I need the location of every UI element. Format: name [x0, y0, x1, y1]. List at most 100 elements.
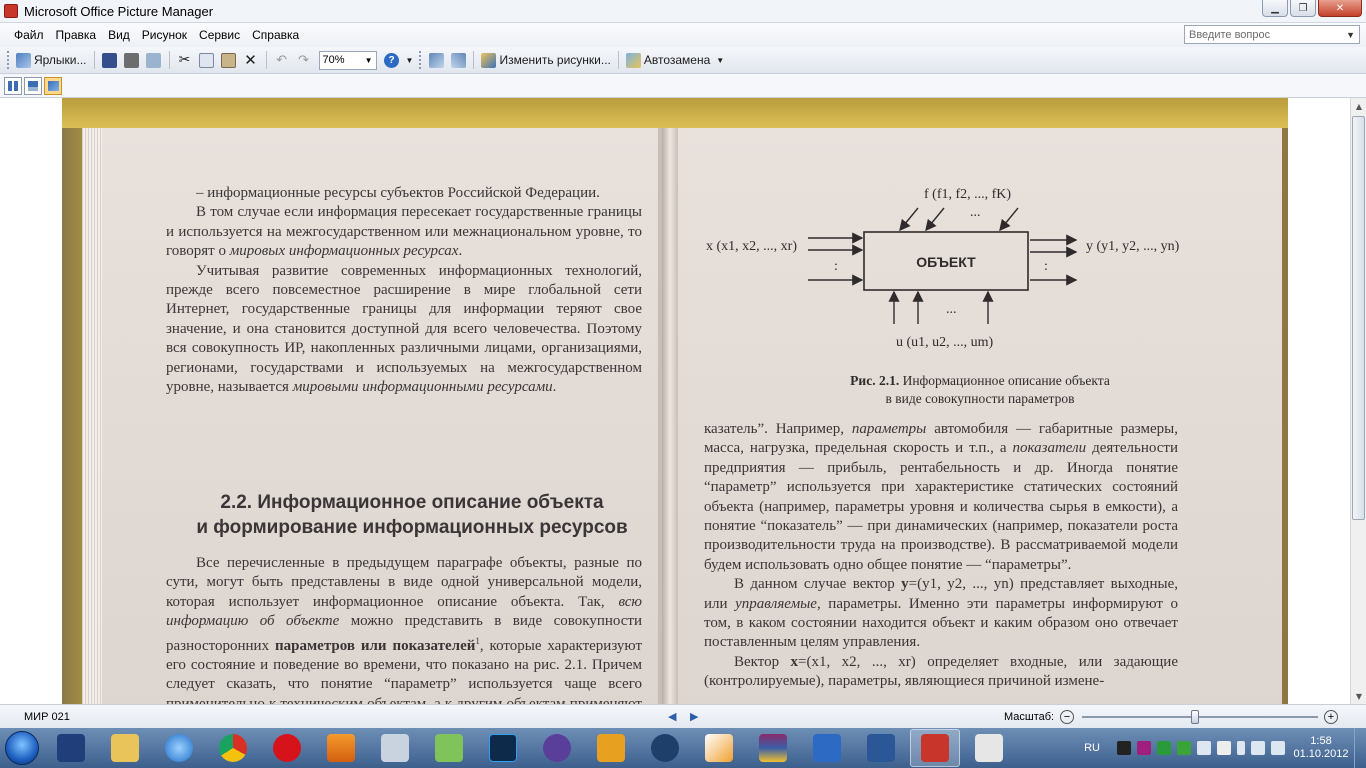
chrome-icon	[219, 734, 247, 762]
menu-picture[interactable]: Рисунок	[136, 26, 193, 44]
scroll-down-icon[interactable]: ▼	[1351, 688, 1366, 704]
taskbar-picture-manager[interactable]	[910, 729, 960, 767]
taskbar-winrar[interactable]	[748, 729, 798, 767]
status-file-name: МИР 021	[24, 710, 70, 723]
clock[interactable]: 1:58 01.10.2012	[1288, 735, 1354, 761]
taskbar-save-app[interactable]	[46, 729, 96, 767]
taskbar-media-player[interactable]	[316, 729, 366, 767]
media-player-icon	[327, 734, 355, 762]
object-box-label: ОБЪЕКТ	[916, 254, 976, 270]
antivirus-icon[interactable]	[1157, 741, 1171, 755]
rotate-right-button[interactable]	[447, 49, 469, 71]
figure-caption: Рис. 2.1. Информационное описание объект…	[678, 372, 1282, 408]
flag-icon[interactable]	[1217, 741, 1231, 755]
redo-button[interactable]: ↷	[293, 49, 315, 71]
menu-help[interactable]: Справка	[246, 26, 305, 44]
menu-view[interactable]: Вид	[102, 26, 136, 44]
cut-button[interactable]: ✂	[174, 49, 196, 71]
copy-button[interactable]	[196, 49, 218, 71]
title-bar: Microsoft Office Picture Manager ▁ ❐ ✕	[0, 0, 1366, 23]
zoom-in-icon[interactable]: +	[1324, 709, 1338, 724]
help-search-input[interactable]: Введите вопрос ▼	[1184, 25, 1360, 44]
speaker-icon[interactable]	[1271, 741, 1285, 755]
calculator-icon	[381, 734, 409, 762]
book-page-left: – информационные ресурсы субъектов Росси…	[82, 128, 662, 704]
menu-tools[interactable]: Сервис	[193, 26, 246, 44]
chevron-down-icon: ▼	[716, 55, 725, 65]
taskbar-vpn-app[interactable]	[640, 729, 690, 767]
autocorrect-icon	[625, 52, 641, 68]
toolbar-options-button[interactable]: ▼	[713, 49, 727, 71]
battery-icon[interactable]	[1237, 741, 1245, 755]
previous-picture-icon[interactable]: ◀	[668, 710, 676, 723]
undo-button[interactable]: ↶	[271, 49, 293, 71]
taskbar-notepad[interactable]	[424, 729, 474, 767]
taskbar-explorer[interactable]	[100, 729, 150, 767]
tray-check-icon[interactable]	[1177, 741, 1191, 755]
notepad-icon	[435, 734, 463, 762]
scroll-up-icon[interactable]: ▲	[1351, 98, 1366, 114]
right-paragraph-2: В данном случае вектор	[734, 576, 902, 593]
zoom-select[interactable]: 70% ▼	[318, 50, 377, 70]
minimize-button[interactable]: ▁	[1262, 0, 1288, 17]
spy-icon[interactable]	[1117, 741, 1131, 755]
left-paragraph-4-bold: параметров или показателей	[274, 637, 476, 654]
zoom-out-icon[interactable]: −	[1060, 709, 1074, 724]
edit-pictures-label: Изменить рисунки...	[499, 53, 611, 67]
language-indicator[interactable]: RU	[1084, 742, 1100, 754]
shortcuts-label: Ярлыки...	[34, 53, 87, 67]
restore-button[interactable]: ❐	[1290, 0, 1316, 17]
caption-number: Рис. 2.1.	[850, 373, 900, 388]
autocorrect-button[interactable]: Автозамена	[623, 49, 713, 71]
taskbar-lingvo[interactable]	[964, 729, 1014, 767]
windows-taskbar: RU 1:58 01.10.2012	[0, 728, 1366, 768]
zoom-slider[interactable]	[1082, 710, 1318, 724]
taskbar-opera[interactable]	[262, 729, 312, 767]
rotate-left-button[interactable]	[425, 49, 447, 71]
infinity-icon	[543, 734, 571, 762]
save-button[interactable]	[99, 49, 121, 71]
toolbar-grip[interactable]	[419, 51, 422, 69]
show-desktop-button[interactable]	[1354, 728, 1366, 768]
taskbar-photoshop[interactable]	[478, 729, 528, 767]
taskbar-7zip[interactable]	[586, 729, 636, 767]
help-icon: ?	[384, 52, 400, 68]
thumbnail-view-button[interactable]	[4, 76, 22, 95]
toolbar-options-button[interactable]: ▼	[403, 49, 417, 71]
start-button[interactable]	[0, 728, 44, 768]
delete-icon: ✕	[244, 51, 257, 69]
taskbar-word[interactable]	[856, 729, 906, 767]
taskbar-network-app[interactable]	[802, 729, 852, 767]
filmstrip-view-button[interactable]	[24, 76, 42, 95]
chevron-down-icon[interactable]: ▼	[1346, 30, 1355, 40]
taskbar-chrome[interactable]	[208, 729, 258, 767]
save-icon	[102, 52, 118, 68]
zoom-slider-thumb[interactable]	[1191, 710, 1200, 724]
taskbar-paint[interactable]	[694, 729, 744, 767]
pen-icon[interactable]	[1137, 741, 1151, 755]
delete-button[interactable]: ✕	[240, 49, 262, 71]
toolbar-grip[interactable]	[7, 51, 10, 69]
scroll-thumb[interactable]	[1352, 116, 1365, 520]
paste-button[interactable]	[218, 49, 240, 71]
edit-pictures-button[interactable]: Изменить рисунки...	[478, 49, 613, 71]
right-paragraph-1-italic-2: показатели	[1012, 440, 1087, 457]
help-button[interactable]: ?	[381, 49, 403, 71]
shortcuts-button[interactable]: Ярлыки...	[13, 49, 90, 71]
email-button[interactable]	[143, 49, 165, 71]
next-picture-icon[interactable]: ▶	[690, 710, 698, 723]
single-picture-view-button[interactable]	[44, 76, 62, 95]
network-status-icon[interactable]	[1251, 741, 1265, 755]
edit-pictures-icon	[481, 52, 497, 68]
taskbar-infinity-app[interactable]	[532, 729, 582, 767]
menu-edit[interactable]: Правка	[50, 26, 103, 44]
picture-view-area[interactable]: – информационные ресурсы субъектов Росси…	[0, 98, 1350, 704]
taskbar-calculator[interactable]	[370, 729, 420, 767]
single-picture-view-icon	[47, 80, 59, 91]
taskbar-internet-explorer[interactable]	[154, 729, 204, 767]
menu-file[interactable]: Файл	[8, 26, 50, 44]
close-button[interactable]: ✕	[1318, 0, 1362, 17]
vertical-scrollbar[interactable]: ▲ ▼	[1350, 98, 1366, 704]
print-button[interactable]	[121, 49, 143, 71]
volume-icon[interactable]	[1197, 741, 1211, 755]
